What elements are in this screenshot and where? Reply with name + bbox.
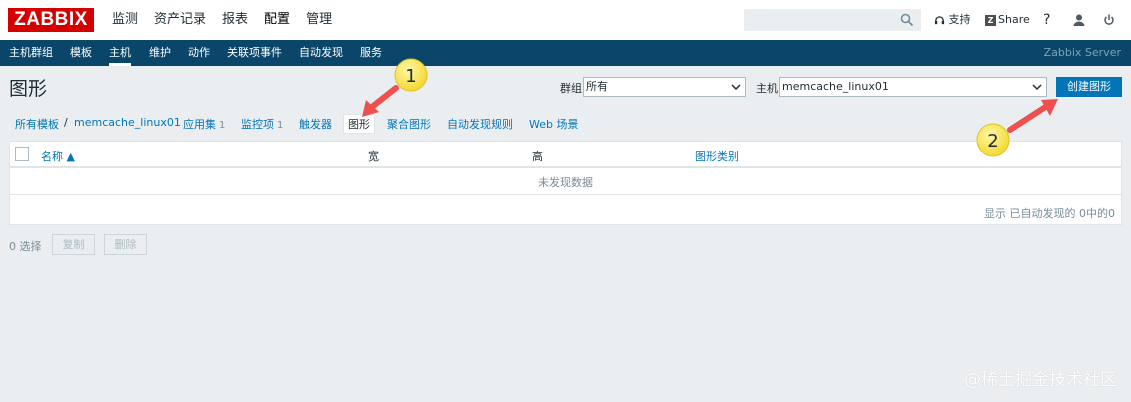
tab-count: 1	[219, 120, 226, 131]
top-nav-reports[interactable]: 报表	[214, 0, 256, 40]
copy-button[interactable]: 复制	[52, 234, 95, 255]
top-nav-configuration[interactable]: 配置	[256, 0, 298, 40]
user-icon	[1073, 14, 1085, 26]
graphs-table: 名称 ▲ 宽 高 图形类别 未发现数据 显示 已自动发现的 0中的0	[9, 141, 1122, 225]
support-label: 支持	[948, 13, 971, 26]
select-all-checkbox[interactable]	[15, 147, 29, 161]
top-nav-administration[interactable]: 管理	[298, 0, 340, 40]
subnav-discovery[interactable]: 自动发现	[299, 40, 343, 66]
share-z-icon: Z	[985, 14, 996, 26]
column-height: 高	[532, 150, 543, 163]
user-profile-icon[interactable]	[1073, 0, 1085, 40]
tab-triggers[interactable]: 触发器	[299, 116, 332, 132]
search-icon[interactable]	[900, 13, 914, 27]
chevron-down-icon	[1032, 84, 1042, 91]
table-summary: 显示 已自动发现的 0中的0	[984, 207, 1115, 220]
breadcrumb-host[interactable]: memcache_linux01	[74, 116, 181, 129]
column-width: 宽	[368, 150, 379, 163]
group-select-value: 所有	[586, 80, 608, 93]
help-icon[interactable]: ?	[1043, 0, 1050, 40]
tab-applications[interactable]: 应用集 1	[183, 116, 225, 132]
tab-count: 1	[277, 120, 284, 131]
tab-web-scenarios[interactable]: Web 场景	[529, 116, 578, 132]
host-select[interactable]: memcache_linux01	[779, 77, 1047, 97]
chevron-down-icon	[731, 84, 741, 91]
tab-items[interactable]: 监控项 1	[241, 116, 283, 132]
server-name: Zabbix Server	[1043, 46, 1121, 59]
tab-graphs[interactable]: 图形	[343, 114, 375, 134]
top-nav: 监测 资产记录 报表 配置 管理	[104, 0, 340, 40]
create-graph-button[interactable]: 创建图形	[1056, 77, 1122, 97]
tab-label: 应用集	[183, 118, 216, 131]
subnav-templates[interactable]: 模板	[70, 40, 92, 66]
top-nav-monitoring[interactable]: 监测	[104, 0, 146, 40]
host-filter-label: 主机	[756, 82, 778, 95]
subnav-actions[interactable]: 动作	[188, 40, 210, 66]
tab-discovery-rules[interactable]: 自动发现规则	[447, 116, 513, 132]
empty-message: 未发现数据	[10, 170, 1121, 195]
group-filter-label: 群组	[560, 82, 582, 95]
selected-count: 0 选择	[9, 240, 42, 253]
headset-icon	[934, 15, 945, 24]
host-breadcrumb-tabs: 所有模板 / memcache_linux01 应用集 1 监控项 1 触发器 图形…	[9, 111, 1122, 137]
badge-step-1-number: 1	[405, 66, 416, 87]
top-nav-inventory[interactable]: 资产记录	[146, 0, 214, 40]
breadcrumb-all-templates[interactable]: 所有模板	[15, 116, 59, 132]
host-select-value: memcache_linux01	[782, 80, 889, 93]
share-label: Share	[998, 13, 1030, 26]
zabbix-logo[interactable]: ZABBIX	[8, 8, 94, 32]
support-link[interactable]: 支持	[934, 0, 971, 40]
delete-button[interactable]: 删除	[104, 234, 147, 255]
subnav-services[interactable]: 服务	[360, 40, 382, 66]
tab-screens[interactable]: 聚合图形	[387, 116, 431, 132]
page-title: 图形	[9, 78, 48, 100]
subnav-correlation[interactable]: 关联项事件	[227, 40, 282, 66]
sign-out-icon[interactable]	[1103, 0, 1115, 40]
subnav-maintenance[interactable]: 维护	[149, 40, 171, 66]
subnav-hosts[interactable]: 主机	[109, 40, 131, 66]
top-header: ZABBIX 监测 资产记录 报表 配置 管理 支持 Z Share ?	[0, 0, 1131, 40]
watermark: @稀土掘金技术社区	[964, 370, 1117, 390]
search-input[interactable]	[745, 10, 895, 30]
search-box	[744, 9, 921, 31]
tab-label: 监控项	[241, 118, 274, 131]
sub-nav: 主机群组 模板 主机 维护 动作 关联项事件 自动发现 服务 Zabbix Se…	[0, 40, 1131, 66]
column-name[interactable]: 名称 ▲	[41, 148, 75, 164]
power-icon	[1104, 14, 1114, 25]
subnav-host-groups[interactable]: 主机群组	[9, 40, 53, 66]
share-link[interactable]: Z Share	[985, 0, 1030, 40]
group-select[interactable]: 所有	[583, 77, 746, 97]
breadcrumb-separator: /	[64, 116, 68, 129]
column-graph-type[interactable]: 图形类别	[695, 148, 739, 164]
table-header: 名称 ▲ 宽 高 图形类别	[10, 142, 1121, 168]
